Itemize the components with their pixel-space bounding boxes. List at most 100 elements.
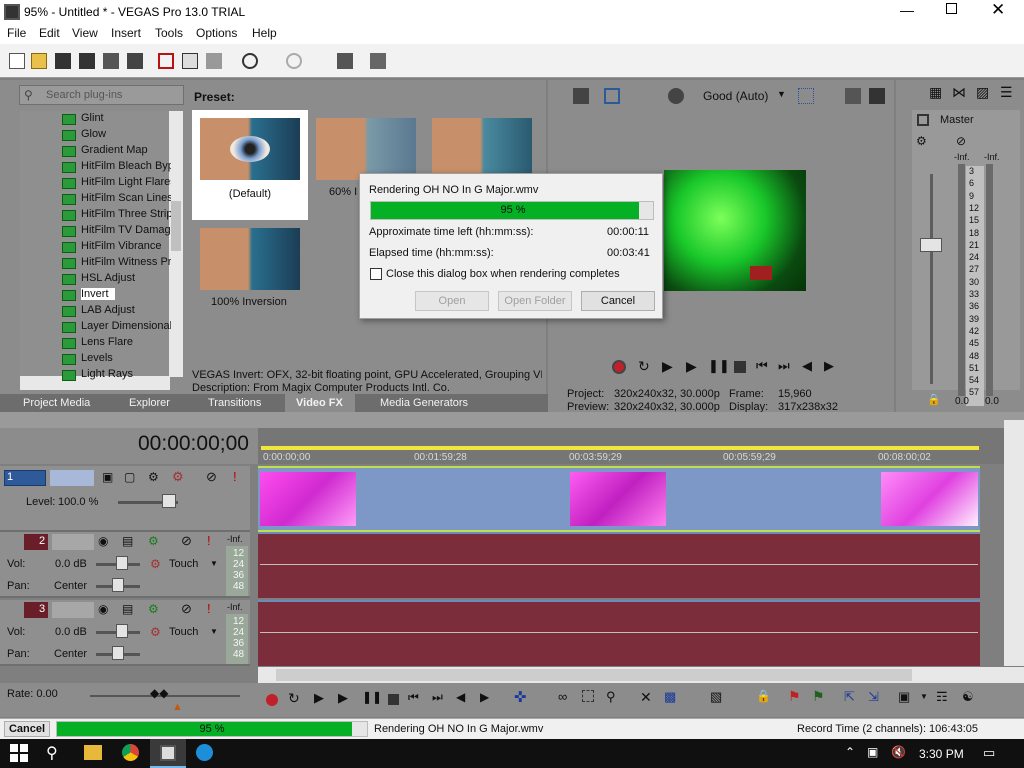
split-screen-icon[interactable] [668, 88, 684, 104]
redo-icon[interactable] [286, 53, 302, 69]
close-button[interactable]: ✕ [991, 0, 1005, 20]
external-monitor-icon[interactable] [604, 88, 620, 104]
loop-icon[interactable]: ↻ [288, 690, 300, 707]
close-when-done-checkbox[interactable] [370, 268, 382, 280]
record-icon[interactable] [612, 360, 626, 374]
track-solo-icon[interactable]: ! [207, 601, 211, 616]
chevron-down-icon[interactable]: ▼ [920, 692, 928, 701]
master-fx-icon[interactable]: ⚙ [916, 134, 927, 148]
master-mute-icon[interactable]: ⊘ [956, 134, 966, 148]
dim-icon[interactable]: ▨ [976, 84, 989, 101]
delete-icon[interactable]: ✕ [640, 689, 652, 706]
pan-slider[interactable] [112, 646, 124, 660]
paste-icon[interactable] [206, 53, 222, 69]
envelope-tool-icon[interactable] [370, 53, 386, 69]
windows-start-icon[interactable] [10, 744, 28, 762]
region-icon[interactable]: ⚑ [812, 688, 825, 705]
search-icon[interactable]: ⚲ [46, 743, 58, 763]
track-envelope-icon[interactable]: ▤ [122, 534, 133, 548]
undo-icon[interactable] [242, 53, 258, 69]
plugin-item[interactable]: HitFilm Light Flares [81, 176, 171, 188]
track-mute-icon[interactable]: ⊘ [181, 533, 192, 549]
preset-thumbnail-100[interactable] [200, 228, 300, 290]
track-mute-icon[interactable]: ⊘ [181, 601, 192, 617]
save-as-icon[interactable] [79, 53, 95, 69]
automation-mode[interactable]: Touch [169, 626, 198, 638]
audio-track-lane-3[interactable] [258, 600, 980, 666]
plugin-item[interactable]: Light Rays [81, 368, 171, 380]
vol-slider[interactable] [116, 624, 128, 638]
track-solo-icon[interactable]: ! [233, 469, 237, 484]
audio-track-header-2[interactable]: 2 ◉ ▤ ⚙ ⊘ ! Vol: 0.0 dB ⚙ Touch ▼ Pan: C… [0, 532, 250, 598]
timeline-ruler[interactable]: 0:00:00;00 00:01:59;28 00:03:59;29 00:05… [258, 428, 1004, 464]
chevron-up-icon[interactable]: ⌃ [845, 745, 855, 759]
plugin-item[interactable]: HitFilm TV Damage [81, 224, 171, 236]
master-fader[interactable] [920, 238, 942, 252]
plugin-item[interactable]: HitFilm Bleach Byp [81, 160, 171, 172]
video-clip-1[interactable] [260, 472, 356, 526]
copy-snapshot-icon[interactable] [845, 88, 861, 104]
plugin-item[interactable]: Lens Flare [81, 336, 171, 348]
plugin-item[interactable]: HSL Adjust [81, 272, 171, 284]
cut-icon[interactable] [158, 53, 174, 69]
track-motion-icon[interactable]: ▣ [102, 470, 113, 484]
track-name-field[interactable] [50, 470, 94, 486]
loop-region-bar[interactable] [261, 446, 979, 450]
zoom-tool-icon[interactable]: ⚲ [606, 689, 616, 705]
track-fx-icon[interactable]: ◉ [98, 602, 108, 616]
plugin-item[interactable]: Gradient Map [81, 144, 171, 156]
crossfade-icon[interactable]: ▣ [898, 689, 910, 705]
menu-file[interactable]: File [7, 26, 26, 40]
play-from-start-icon[interactable]: ▶ [314, 690, 324, 706]
ignore-grouping-icon[interactable]: ☯ [962, 689, 974, 705]
stop-icon[interactable] [388, 694, 399, 705]
open-button[interactable]: Open [415, 291, 489, 311]
record-icon[interactable] [266, 694, 278, 706]
video-clip-3[interactable] [881, 472, 978, 526]
plugin-item[interactable]: HitFilm Scan Lines [81, 192, 171, 204]
preset-thumbnail-3[interactable] [432, 118, 532, 180]
video-track-lane[interactable] [258, 466, 980, 532]
track-composite-icon[interactable]: ▢ [124, 470, 135, 484]
plugin-item[interactable]: HitFilm Vibrance [81, 240, 171, 252]
preview-quality[interactable]: Good (Auto) [703, 89, 768, 103]
track-envelope-icon[interactable]: ▤ [122, 602, 133, 616]
track-fx-icon[interactable]: ◉ [98, 534, 108, 548]
overlays-icon[interactable] [798, 88, 814, 104]
chrome-icon[interactable] [122, 744, 139, 761]
master-lock-icon[interactable]: 🔒 [927, 393, 941, 406]
preset-thumbnail-60[interactable] [316, 118, 416, 180]
mixer-icon[interactable]: ▦ [929, 84, 942, 101]
properties-icon[interactable] [103, 53, 119, 69]
cancel-button[interactable]: Cancel [581, 291, 655, 311]
preset-default[interactable]: (Default) [192, 110, 308, 220]
menu-tools[interactable]: Tools [155, 26, 183, 40]
tab-video-fx[interactable]: Video FX [296, 397, 343, 409]
rate-slider[interactable]: ◆◆ [150, 686, 168, 700]
menu-insert[interactable]: Insert [111, 26, 141, 40]
network-icon[interactable]: ▣ [867, 745, 878, 759]
go-to-start-icon[interactable]: ⏮ [756, 358, 768, 374]
auto-ripple-icon[interactable]: ⇲ [868, 689, 879, 705]
timeline-hscroll[interactable] [258, 667, 1024, 683]
save-snapshot-icon[interactable] [869, 88, 885, 104]
tab-transitions[interactable]: Transitions [208, 397, 261, 409]
minimize-button[interactable]: — [900, 2, 914, 18]
edit-tool-icon[interactable]: ✜ [514, 688, 527, 706]
pause-icon[interactable]: ❚❚ [362, 690, 382, 704]
new-icon[interactable] [9, 53, 25, 69]
scrollbar-thumb[interactable] [171, 201, 181, 251]
track-solo-icon[interactable]: ! [207, 533, 211, 548]
play-icon[interactable]: ▶ [686, 358, 697, 375]
status-cancel-button[interactable]: Cancel [4, 721, 50, 737]
loop-icon[interactable]: ↻ [638, 358, 650, 375]
track-name-field[interactable] [52, 602, 94, 618]
plugin-item[interactable]: HitFilm Three Strip [81, 208, 171, 220]
audio-track-header-3[interactable]: 3 ◉ ▤ ⚙ ⊘ ! Vol: 0.0 dB ⚙ Touch ▼ Pan: C… [0, 600, 250, 666]
selection-tool-icon[interactable] [582, 690, 594, 702]
maximize-button[interactable] [946, 3, 957, 14]
open-folder-button[interactable]: Open Folder [498, 291, 572, 311]
lock-icon[interactable]: 🔒 [756, 689, 771, 703]
plugin-item[interactable]: Glow [81, 128, 171, 140]
plugin-item[interactable]: HitFilm Witness Pr [81, 256, 171, 268]
